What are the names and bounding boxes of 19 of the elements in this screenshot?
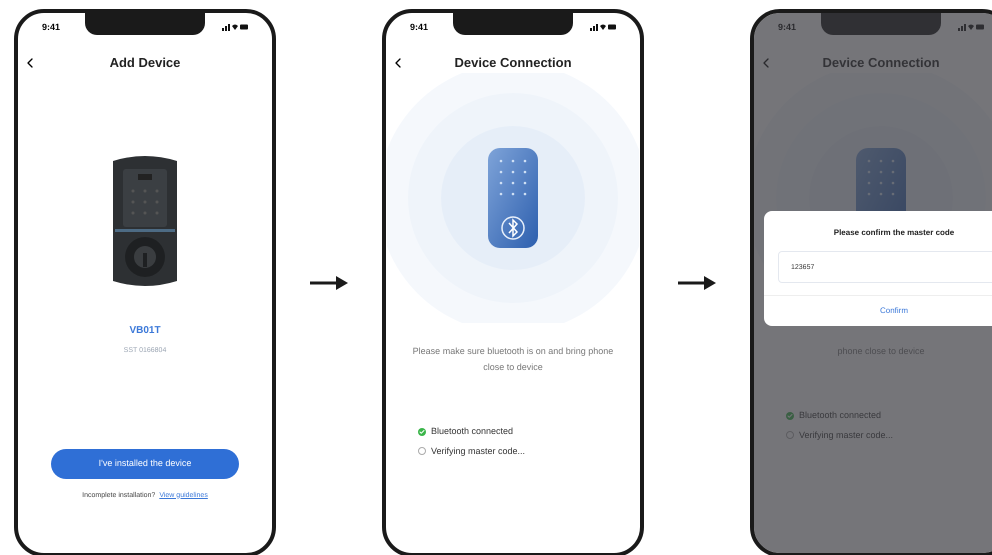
screen-title: Add Device xyxy=(110,54,180,72)
bluetooth-hint: Please make sure bluetooth is on and bring phone close to device xyxy=(412,345,614,374)
status-time: 9:41 xyxy=(778,21,796,34)
screen-title: Device Connection xyxy=(454,54,572,72)
dialog-title: Please confirm the master code xyxy=(832,227,956,239)
confirm-button[interactable]: Confirm xyxy=(864,296,924,326)
status-icons xyxy=(222,23,248,31)
installed-button[interactable]: I've installed the device xyxy=(51,448,239,478)
step-label: Bluetooth connected xyxy=(431,425,514,438)
step-label: Bluetooth connected xyxy=(799,409,882,422)
arrow-icon xyxy=(678,276,716,290)
screen-title: Device Connection xyxy=(822,54,940,72)
step-label: Verifying master code... xyxy=(431,444,526,458)
step-label: Verifying master code... xyxy=(799,428,894,442)
status-time: 9:41 xyxy=(410,21,428,34)
status-time: 9:41 xyxy=(42,21,60,34)
status-icons xyxy=(590,23,616,31)
arrow-icon xyxy=(310,276,348,290)
device-model: VB01T xyxy=(129,324,161,338)
